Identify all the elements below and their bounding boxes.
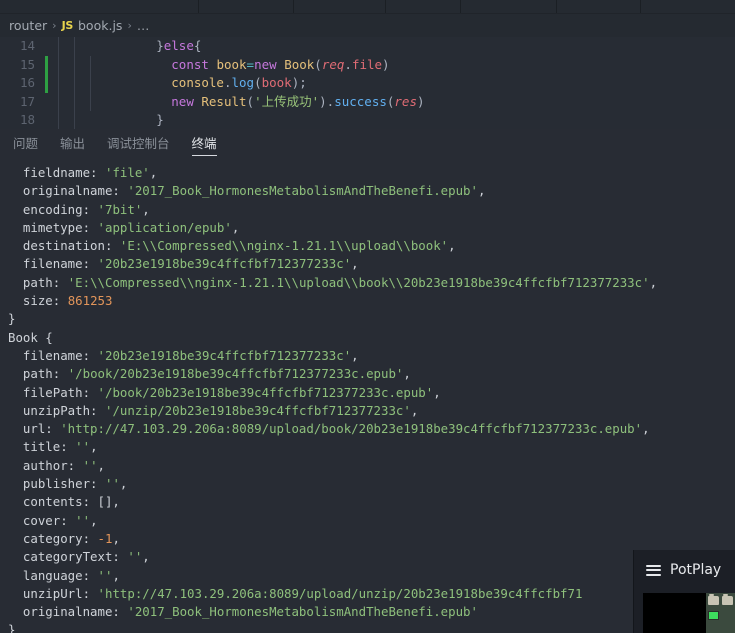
code-line[interactable]: 14 }else{ bbox=[0, 37, 735, 56]
breadcrumb-separator-icon-2: › bbox=[127, 19, 132, 32]
terminal-line: category: -1, bbox=[8, 530, 120, 546]
terminal-line: path: 'E:\\Compressed\\nginx-1.21.1\\upl… bbox=[8, 274, 658, 290]
terminal-line: Book { bbox=[8, 329, 53, 345]
breadcrumb-file[interactable]: book.js bbox=[78, 18, 122, 33]
potplayer-titlebar[interactable]: PotPlay bbox=[634, 550, 735, 590]
breadcrumb-folder[interactable]: router bbox=[9, 18, 47, 33]
panel-tab-bar[interactable]: 问题 输出 调试控制台 终端 bbox=[0, 129, 735, 156]
tab-divider-4 bbox=[556, 0, 557, 13]
terminal-line: destination: 'E:\\Compressed\\nginx-1.21… bbox=[8, 238, 456, 254]
terminal-line: originalname: '2017_Book_HormonesMetabol… bbox=[8, 604, 478, 620]
tab-divider-2 bbox=[385, 0, 386, 13]
potplayer-window[interactable]: PotPlay bbox=[633, 550, 735, 633]
video-surface[interactable] bbox=[643, 593, 706, 633]
code-text[interactable]: new Result('上传成功').success(res) bbox=[96, 93, 735, 112]
editor-tab-strip[interactable] bbox=[0, 0, 735, 14]
code-text[interactable]: const book=new Book(req.file) bbox=[96, 56, 735, 75]
code-text[interactable]: } bbox=[96, 111, 735, 130]
indent-guides bbox=[48, 74, 96, 93]
panel-tab-3[interactable]: 终端 bbox=[191, 136, 217, 156]
tab-divider-1 bbox=[293, 0, 294, 13]
potplayer-side-toolbar[interactable] bbox=[706, 593, 735, 633]
terminal-line: } bbox=[8, 311, 16, 327]
terminal-line: author: '', bbox=[8, 457, 105, 473]
terminal-line: contents: [], bbox=[8, 494, 120, 510]
terminal-line: cover: '', bbox=[8, 512, 98, 528]
terminal-line: originalname: '2017_Book_HormonesMetabol… bbox=[8, 183, 486, 199]
breadcrumb[interactable]: router › JS book.js › … bbox=[0, 14, 735, 37]
panel-tab-2[interactable]: 调试控制台 bbox=[107, 136, 170, 156]
terminal-line: publisher: '', bbox=[8, 476, 128, 492]
line-number: 18 bbox=[19, 112, 35, 128]
terminal-line: mimetype: 'application/epub', bbox=[8, 219, 240, 235]
code-text[interactable]: }else{ bbox=[96, 37, 735, 56]
line-number: 16 bbox=[19, 75, 35, 91]
terminal-line: filePath: '/book/20b23e1918be39c4ffcfbf7… bbox=[8, 384, 441, 400]
terminal-line: categoryText: '', bbox=[8, 549, 150, 565]
tab-divider-5 bbox=[640, 0, 641, 13]
terminal-line: path: '/book/20b23e1918be39c4ffcfbf71237… bbox=[8, 366, 411, 382]
terminal-line: } bbox=[8, 622, 16, 633]
breadcrumb-separator-icon: › bbox=[52, 19, 57, 32]
line-number: 15 bbox=[19, 56, 35, 72]
terminal-line: filename: '20b23e1918be39c4ffcfbf7123772… bbox=[8, 347, 359, 363]
tab-divider-3 bbox=[460, 0, 461, 13]
terminal-line: size: 861253 bbox=[8, 293, 113, 309]
panel-tab-0[interactable]: 问题 bbox=[13, 136, 38, 156]
terminal-line: unzipUrl: 'http://47.103.29.206a:8089/up… bbox=[8, 585, 583, 601]
terminal-line: language: '', bbox=[8, 567, 120, 583]
green-indicator-icon[interactable] bbox=[708, 611, 719, 620]
tab-divider-0 bbox=[198, 0, 199, 13]
code-editor[interactable]: 14 }else{15 const book=new Book(req.file… bbox=[0, 37, 735, 130]
breadcrumb-ellipsis[interactable]: … bbox=[137, 18, 150, 33]
terminal-line: encoding: '7bit', bbox=[8, 201, 150, 217]
code-line[interactable]: 17 new Result('上传成功').success(res) bbox=[0, 92, 735, 112]
terminal-line: title: '', bbox=[8, 439, 98, 455]
terminal-output[interactable]: fieldname: 'file', originalname: '2017_B… bbox=[0, 156, 735, 633]
folder-icon-2[interactable] bbox=[722, 594, 733, 605]
indent-guides bbox=[48, 55, 96, 75]
potplayer-body bbox=[643, 593, 735, 633]
code-line[interactable]: 18 } bbox=[0, 111, 735, 130]
terminal-line: filename: '20b23e1918be39c4ffcfbf7123772… bbox=[8, 256, 359, 272]
js-file-icon: JS bbox=[61, 19, 74, 32]
code-line[interactable]: 15 const book=new Book(req.file) bbox=[0, 55, 735, 75]
terminal-line: fieldname: 'file', bbox=[8, 165, 158, 180]
bottom-panel: 问题 输出 调试控制台 终端 fieldname: 'file', originaln… bbox=[0, 129, 735, 633]
code-text[interactable]: console.log(book); bbox=[96, 74, 735, 93]
toolbar-row[interactable] bbox=[706, 593, 735, 608]
code-line[interactable]: 16 console.log(book); bbox=[0, 74, 735, 93]
indent-guides bbox=[48, 37, 96, 56]
line-number: 17 bbox=[19, 93, 35, 109]
folder-icon[interactable] bbox=[708, 594, 719, 605]
toolbar-row-2[interactable] bbox=[706, 608, 735, 623]
potplayer-title: PotPlay bbox=[670, 562, 722, 578]
indent-guides bbox=[48, 92, 96, 112]
panel-tab-1[interactable]: 输出 bbox=[60, 136, 85, 156]
line-number: 14 bbox=[19, 38, 35, 53]
indent-guides bbox=[48, 111, 96, 130]
terminal-line: unzipPath: '/unzip/20b23e1918be39c4ffcfb… bbox=[8, 402, 419, 418]
terminal-line: url: 'http://47.103.29.206a:8089/upload/… bbox=[8, 421, 650, 437]
hamburger-icon[interactable] bbox=[646, 564, 661, 576]
